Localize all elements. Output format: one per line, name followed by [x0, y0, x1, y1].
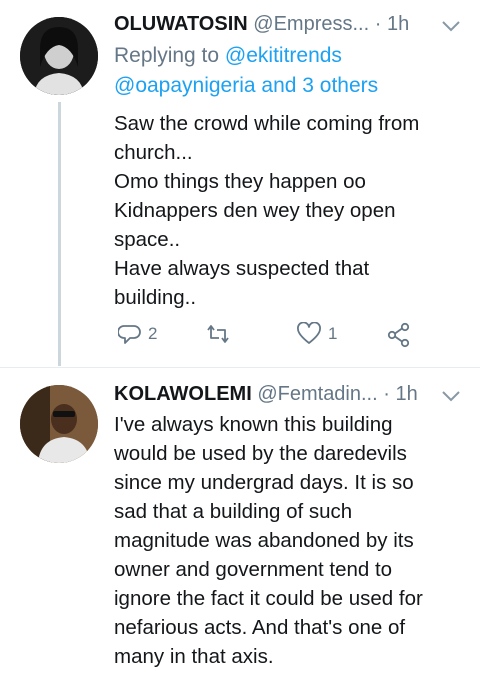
mention-link-others[interactable]: @oapaynigeria and 3 others	[114, 72, 378, 100]
tweet-text: Saw the crowd while coming from church..…	[114, 109, 464, 312]
tweet-text: I've always known this building would be…	[114, 410, 464, 671]
user-handle[interactable]: @Femtadin...	[257, 383, 377, 405]
tweet-2[interactable]: KOLAWOLEMI @Femtadin... · 1h I've always…	[0, 368, 480, 679]
tweet-text-line: Kidnappers den wey they open	[114, 199, 396, 222]
tweet-text-line: Saw the crowd while coming from	[114, 112, 420, 135]
tweet-text-line: building..	[114, 286, 197, 309]
tweet-text-line: many in that axis.	[114, 645, 274, 668]
avatar-photo	[20, 17, 98, 95]
tweet-text-line: Omo things they happen oo	[114, 170, 366, 193]
tweet-header: KOLAWOLEMI @Femtadin... · 1h	[114, 382, 418, 406]
chevron-down-icon[interactable]	[440, 18, 462, 34]
like-icon	[297, 322, 321, 344]
mention-link[interactable]: @ekititrends	[225, 44, 342, 67]
reply-button[interactable]: 2	[118, 322, 157, 346]
tweet-text-line: nefarious acts. And that's one of	[114, 616, 406, 639]
chevron-down-icon[interactable]	[440, 388, 462, 404]
tweet-text-line: magnitude was abandoned by its	[114, 529, 414, 552]
avatar[interactable]	[20, 385, 98, 463]
tweet-text-line: space..	[114, 228, 181, 251]
like-count: 1	[328, 324, 338, 343]
display-name[interactable]: KOLAWOLEMI	[114, 383, 252, 405]
tweet-text-line: church...	[114, 141, 193, 164]
thread-line	[58, 102, 61, 366]
retweet-button[interactable]	[204, 322, 238, 346]
tweet-text-line: ignore the fact it could be used for	[114, 587, 423, 610]
tweet-text-line: since my undergrad days. It is so	[114, 471, 414, 494]
display-name[interactable]: OLUWATOSIN	[114, 13, 248, 35]
tweet-header: OLUWATOSIN @Empress... · 1h	[114, 12, 409, 36]
tweet-text-line: owner and government tend to	[114, 558, 393, 581]
tweet-1[interactable]: OLUWATOSIN @Empress... · 1h Replying to …	[0, 0, 480, 366]
timestamp[interactable]: 1h	[395, 383, 417, 405]
tweet-actions: 2 1	[114, 322, 434, 352]
like-button[interactable]: 1	[296, 322, 337, 346]
share-icon	[387, 322, 410, 348]
user-handle[interactable]: @Empress...	[253, 13, 369, 35]
tweet-text-line: I've always known this building	[114, 413, 393, 436]
share-button[interactable]	[386, 322, 412, 348]
replying-to-label: Replying to	[114, 44, 220, 67]
tweet-text-line: would be used by the daredevils	[114, 442, 407, 465]
separator-dot: ·	[374, 13, 382, 35]
tweet-text-line: sad that a building of such	[114, 500, 353, 523]
timestamp[interactable]: 1h	[387, 13, 409, 35]
retweet-icon	[207, 325, 229, 343]
tweet-text-line: Have always suspected that	[114, 257, 370, 280]
separator-dot: ·	[383, 383, 390, 405]
avatar[interactable]	[20, 17, 98, 95]
avatar-photo	[20, 385, 98, 463]
reply-icon	[118, 325, 141, 344]
replying-to: Replying to @ekititrends	[114, 42, 342, 70]
reply-count: 2	[148, 324, 158, 343]
